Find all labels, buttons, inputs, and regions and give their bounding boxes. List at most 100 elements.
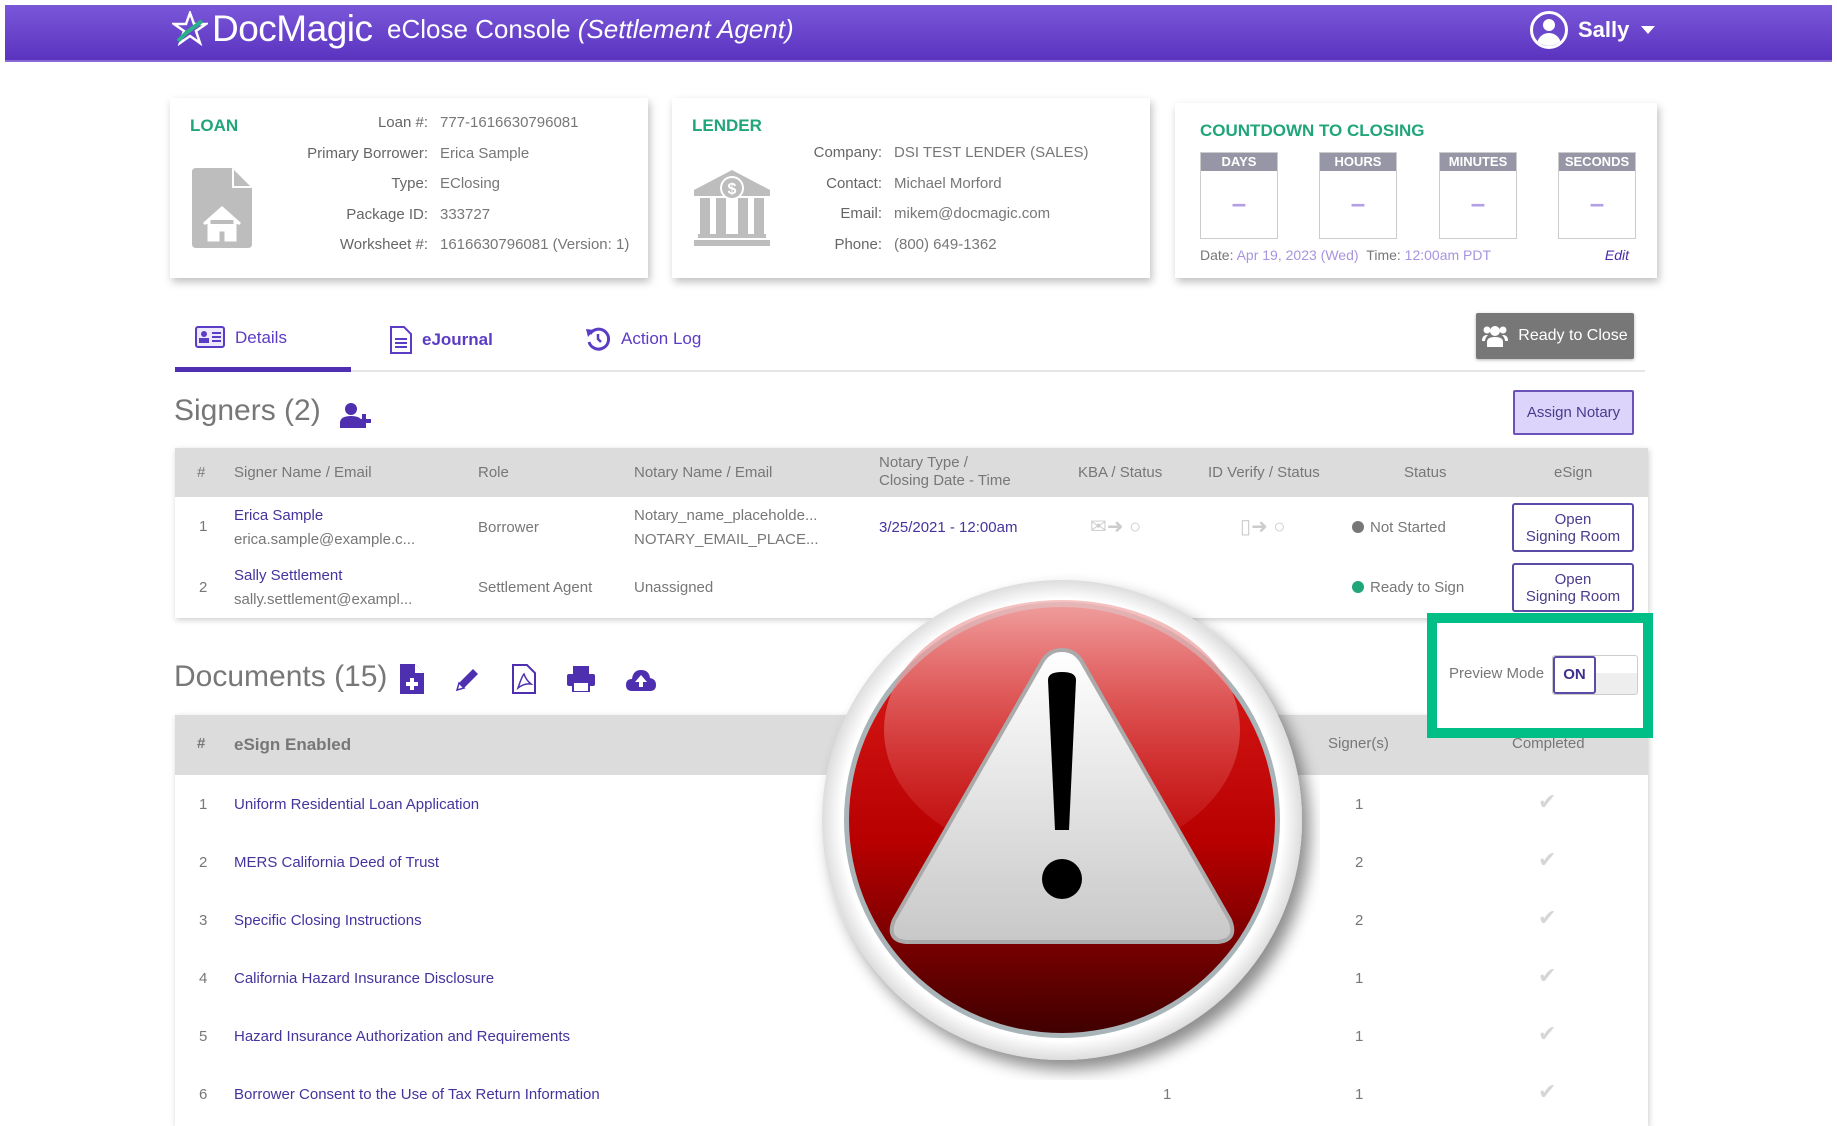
- document-link[interactable]: Specific Closing Instructions: [234, 912, 422, 929]
- row-number: 4: [199, 970, 208, 987]
- countdown-title: COUNTDOWN TO CLOSING: [1200, 121, 1425, 140]
- status-text: Not Started: [1370, 519, 1446, 536]
- countdown-value: –: [1589, 188, 1605, 218]
- signer-count: 1: [1355, 796, 1364, 813]
- countdown-minutes: MINUTES –: [1439, 152, 1517, 239]
- notary-email: NOTARY_EMAIL_PLACE...: [634, 531, 819, 548]
- notary-name: Unassigned: [634, 579, 714, 596]
- document-link[interactable]: California Hazard Insurance Disclosure: [234, 970, 494, 987]
- col-notary: Notary Name / Email: [634, 464, 773, 481]
- open-signing-room-button[interactable]: Open Signing Room: [1512, 563, 1634, 612]
- tab-label: Action Log: [621, 329, 702, 348]
- preview-mode-toggle[interactable]: ON: [1552, 655, 1638, 695]
- row-number: 2: [199, 579, 208, 596]
- pencil-icon[interactable]: [455, 666, 481, 692]
- app-role: (Settlement Agent): [577, 14, 794, 44]
- row-number: 1: [199, 518, 208, 535]
- field-label: Loan #:: [377, 114, 428, 131]
- open-signing-room-button[interactable]: Open Signing Room: [1512, 503, 1634, 552]
- button-label: Open: [1554, 571, 1592, 588]
- field-label: Company:: [813, 144, 882, 161]
- status-dot: [1352, 581, 1364, 593]
- checkmark-icon: ✔: [1538, 1021, 1557, 1046]
- documents-title: Documents (15): [174, 660, 388, 693]
- row-number: 2: [199, 854, 208, 871]
- pdf-icon[interactable]: [512, 664, 536, 694]
- row-number: 1: [199, 796, 208, 813]
- bank-icon: $: [694, 170, 770, 246]
- signer-count: 2: [1355, 854, 1364, 871]
- lender-contact: Michael Morford: [894, 174, 1002, 192]
- signer-status: Ready to Sign: [1352, 579, 1464, 596]
- col-status: Status: [1404, 464, 1447, 481]
- loan-number: 777-1616630796081: [440, 114, 579, 131]
- document-link[interactable]: MERS California Deed of Trust: [234, 854, 439, 871]
- loan-number-row: Loan #: 777-1616630796081: [280, 108, 629, 139]
- field-label: Phone:: [834, 235, 882, 253]
- time-label: Time:: [1366, 247, 1401, 263]
- signer-name-link[interactable]: Sally Settlement: [234, 567, 342, 584]
- primary-borrower: Erica Sample: [440, 144, 530, 162]
- edit-closing-link[interactable]: Edit: [1605, 247, 1629, 263]
- ready-to-close-label: Ready to Close: [1518, 327, 1628, 344]
- countdown-seconds: SECONDS –: [1558, 152, 1636, 239]
- signer-count: 1: [1355, 970, 1364, 987]
- signers-title: Signers (2): [174, 394, 321, 427]
- tab-ejournal[interactable]: eJournal: [390, 326, 493, 354]
- cloud-upload-icon[interactable]: [626, 667, 656, 691]
- caret-down-icon: [1641, 26, 1656, 34]
- package-id: 333727: [440, 205, 491, 223]
- worksheet-number: 1616630796081 (Version: 1): [440, 236, 630, 253]
- add-signer-icon[interactable]: [340, 402, 372, 428]
- app-title-text: eClose Console: [387, 14, 571, 44]
- user-menu[interactable]: Sally: [1530, 11, 1656, 49]
- closing-time: 12:00am PDT: [1404, 247, 1492, 263]
- tab-action-log[interactable]: Action Log: [585, 326, 701, 352]
- primary-borrower-row: Primary Borrower: Erica Sample: [280, 139, 629, 170]
- checkmark-icon: ✔: [1538, 963, 1557, 988]
- worksheet-row: Worksheet #: 1616630796081 (Version: 1): [280, 230, 629, 261]
- star-check-icon: [172, 11, 208, 47]
- document-link[interactable]: Borrower Consent to the Use of Tax Retur…: [234, 1086, 600, 1103]
- countdown-hours: HOURS –: [1319, 152, 1397, 239]
- document-extra-value: 1: [1163, 1086, 1172, 1103]
- print-icon[interactable]: [567, 666, 595, 692]
- assign-notary-button[interactable]: Assign Notary: [1513, 390, 1634, 435]
- signer-role: Borrower: [478, 519, 539, 536]
- signer-count: 1: [1355, 1028, 1364, 1045]
- id-verify-status-icon: ▯➜ ○: [1240, 516, 1286, 538]
- col-number: #: [197, 464, 206, 481]
- active-tab-indicator: [175, 367, 351, 372]
- user-avatar-icon: [1530, 11, 1568, 49]
- countdown-label: MINUTES: [1440, 153, 1516, 171]
- tab-bar: Details eJournal Action Log: [175, 318, 1645, 372]
- field-label: Primary Borrower:: [307, 144, 428, 162]
- lender-company: DSI TEST LENDER (SALES): [894, 144, 1089, 161]
- col-esign-enabled: eSign Enabled: [234, 735, 352, 754]
- company-row: Company: DSI TEST LENDER (SALES): [802, 138, 1089, 169]
- document-link[interactable]: Hazard Insurance Authorization and Requi…: [234, 1028, 570, 1045]
- document-link[interactable]: Uniform Residential Loan Application: [234, 796, 479, 813]
- checkmark-icon: ✔: [1538, 789, 1557, 814]
- ready-to-close-button[interactable]: Ready to Close: [1476, 313, 1634, 359]
- countdown-label: HOURS: [1320, 153, 1396, 171]
- signer-status: Not Started: [1352, 519, 1446, 536]
- tab-details[interactable]: Details: [195, 326, 287, 350]
- col-esign: eSign: [1554, 464, 1593, 481]
- signer-role: Settlement Agent: [478, 579, 593, 596]
- col-id-verify: ID Verify / Status: [1208, 464, 1320, 481]
- field-label: Contact:: [826, 174, 882, 192]
- col-signer: Signer Name / Email: [234, 464, 372, 481]
- countdown-label: DAYS: [1201, 153, 1277, 171]
- closing-datetime-link[interactable]: 3/25/2021 - 12:00am: [879, 519, 1017, 536]
- lender-card: LENDER $ Company: DSI TEST LENDER (SALES)…: [672, 98, 1150, 278]
- field-label: Email:: [840, 205, 882, 222]
- document-toolbar: [400, 664, 656, 694]
- docmagic-logo[interactable]: DocMagic: [172, 8, 373, 50]
- preview-mode-highlight: Preview Mode ON: [1427, 613, 1653, 738]
- lender-details: Company: DSI TEST LENDER (SALES) Contact:…: [802, 138, 1089, 260]
- checkmark-icon: ✔: [1538, 1079, 1557, 1104]
- add-document-icon[interactable]: [400, 664, 424, 694]
- app-title: eClose Console (Settlement Agent): [387, 14, 794, 45]
- signer-name-link[interactable]: Erica Sample: [234, 507, 323, 524]
